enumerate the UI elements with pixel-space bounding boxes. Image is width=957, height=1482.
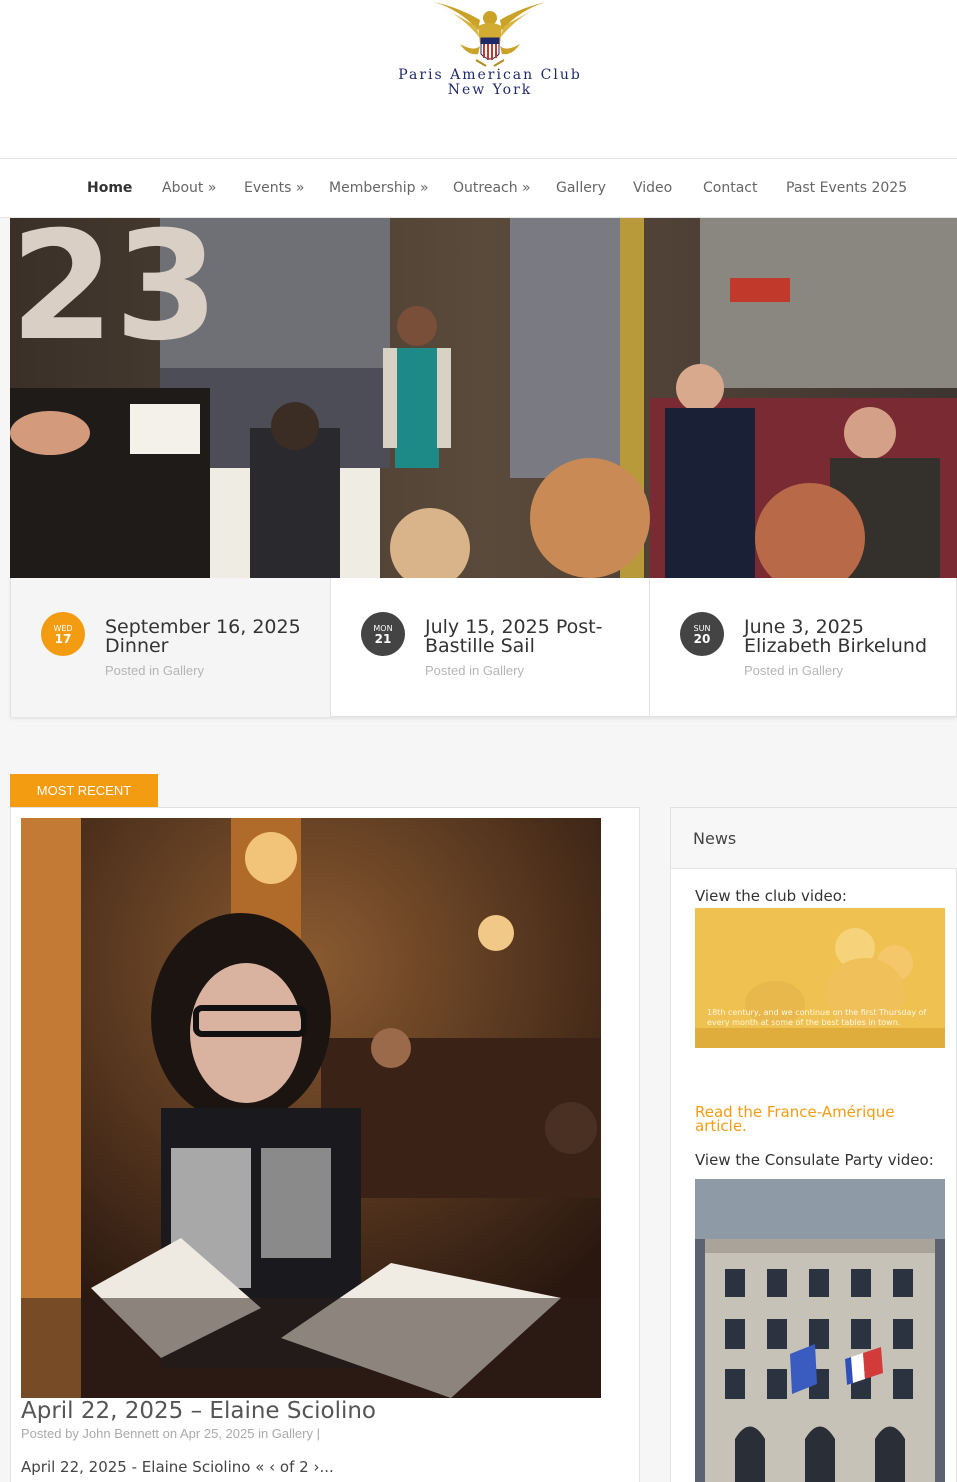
club-video-thumbnail[interactable]: 18th century, and we continue on the fir… xyxy=(695,908,945,1048)
france-amerique-article-link[interactable]: Read the France-Amérique article. xyxy=(695,1105,925,1134)
consulate-video-label: View the Consulate Party video: xyxy=(695,1151,934,1169)
nav-item-contact[interactable]: Contact xyxy=(703,180,757,196)
nav-item-outreach[interactable]: Outreach » xyxy=(453,180,531,196)
sidebar-header: News xyxy=(671,808,957,869)
slider-cards: WED 17 September 16, 2025 Dinner Posted … xyxy=(10,578,957,717)
svg-text:23: 23 xyxy=(10,218,219,374)
slide-meta: Posted in Gallery xyxy=(105,663,204,678)
site-logo[interactable]: Paris American Club New York xyxy=(388,0,592,100)
date-day: 17 xyxy=(54,632,72,646)
slide-meta: Posted in Gallery xyxy=(425,663,524,678)
slide-title[interactable]: June 3, 2025 Elizabeth Birkelund xyxy=(744,618,954,656)
consulate-building-photo xyxy=(695,1179,945,1482)
restaurant-event-photo: 23 xyxy=(10,218,957,578)
date-badge: WED 17 xyxy=(41,612,85,656)
date-badge: SUN 20 xyxy=(680,612,724,656)
consulate-video-thumbnail[interactable] xyxy=(695,1179,945,1482)
news-sidebar: News View the club video: 18th century, … xyxy=(670,807,957,1482)
date-day: 20 xyxy=(693,632,711,646)
nav-item-events[interactable]: Events » xyxy=(244,180,304,196)
article-title[interactable]: April 22, 2025 – Elaine Sciolino xyxy=(21,1398,376,1424)
date-badge: MON 21 xyxy=(361,612,405,656)
main-nav: Home About » Events » Membership » Outre… xyxy=(0,158,957,218)
slide-card[interactable]: MON 21 July 15, 2025 Post-Bastille Sail … xyxy=(331,578,650,717)
recent-article: April 22, 2025 – Elaine Sciolino Posted … xyxy=(10,807,640,1482)
nav-item-about[interactable]: About » xyxy=(162,180,216,196)
nav-item-gallery[interactable]: Gallery xyxy=(556,180,606,196)
video-caption: 18th century, and we continue on the fir… xyxy=(707,1008,927,1027)
slide-card[interactable]: WED 17 September 16, 2025 Dinner Posted … xyxy=(11,578,331,717)
logo-subtitle: New York xyxy=(447,82,533,98)
most-recent-articles-tab: Most Recent Articles xyxy=(10,774,158,832)
slide-title[interactable]: September 16, 2025 Dinner xyxy=(105,618,315,656)
slide-meta: Posted in Gallery xyxy=(744,663,843,678)
nav-item-home[interactable]: Home xyxy=(87,180,132,196)
article-featured-image[interactable] xyxy=(21,818,601,1398)
eagle-emblem-icon xyxy=(434,2,546,67)
site-header: Paris American Club New York xyxy=(0,0,957,158)
nav-item-video[interactable]: Video xyxy=(633,180,672,196)
article-excerpt: April 22, 2025 - Elaine Sciolino « ‹ of … xyxy=(21,1458,334,1476)
nav-item-membership[interactable]: Membership » xyxy=(329,180,429,196)
nav-item-past-events[interactable]: Past Events 2025 xyxy=(786,180,907,196)
slide-title[interactable]: July 15, 2025 Post-Bastille Sail xyxy=(425,618,635,656)
sidebar-title: News xyxy=(693,829,737,848)
club-video-label: View the club video: xyxy=(695,887,847,905)
article-meta: Posted by John Bennett on Apr 25, 2025 i… xyxy=(21,1426,320,1441)
date-day: 21 xyxy=(374,632,392,646)
hero-slide-image[interactable]: 23 xyxy=(10,218,957,578)
woman-with-menu-photo xyxy=(21,818,601,1398)
slide-card[interactable]: SUN 20 June 3, 2025 Elizabeth Birkelund … xyxy=(650,578,957,717)
logo-title: Paris American Club xyxy=(398,67,582,83)
